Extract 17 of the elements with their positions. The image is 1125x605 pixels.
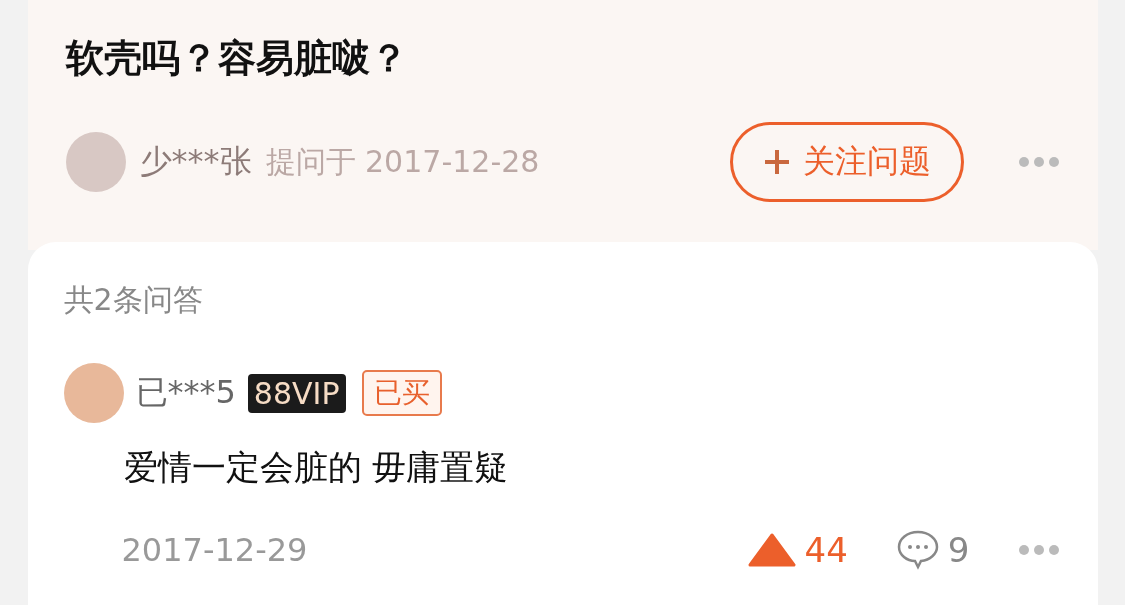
like-button[interactable]: 44: [746, 530, 848, 570]
asked-date: 提问于 2017-12-28: [265, 142, 540, 181]
asker-name: 少***张: [139, 141, 252, 182]
triangle-icon: [746, 532, 797, 568]
question-title: 软壳吗？容易脏啵？: [65, 35, 409, 82]
plus-icon: [762, 148, 791, 176]
bought-tag: 已买: [361, 370, 442, 416]
follow-button[interactable]: 关注问题: [729, 122, 964, 202]
answer-text: 爱情一定会脏的 毋庸置疑: [123, 446, 510, 489]
comment-button[interactable]: 9: [895, 529, 970, 571]
vip-badge: 88VIP: [247, 373, 346, 413]
answer-count: 共2条问答: [63, 281, 204, 319]
more-icon[interactable]: [1017, 156, 1060, 168]
more-icon[interactable]: [1017, 544, 1060, 556]
user-name: 已***5: [135, 372, 236, 413]
answer-date: 2017-12-29: [121, 531, 308, 569]
speech-bubble-icon: [895, 529, 940, 571]
